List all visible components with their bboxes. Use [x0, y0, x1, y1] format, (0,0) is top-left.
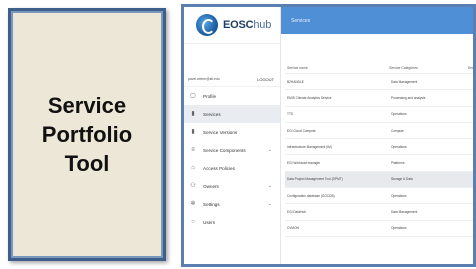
sidebar-item-services[interactable]: ▮ Services: [184, 105, 280, 123]
service-category: Operations: [391, 112, 407, 117]
gear-icon: ✲: [190, 201, 196, 207]
table-row[interactable]: Infrastructure Management (IM) Operation…: [285, 139, 473, 156]
sidebar-item-label: Owners: [203, 183, 219, 189]
column-header-service-categories[interactable]: Service Categories: [389, 66, 468, 70]
table-row[interactable]: CVMON Operations: [285, 221, 473, 237]
sidebar-item-label: Profile: [203, 93, 217, 99]
service-category: Data Management: [391, 79, 418, 84]
chevron-down-icon: ⌄: [267, 147, 272, 153]
sidebar-item-label: Service Versions: [203, 129, 238, 135]
table-header: Service name Service Categories Ser: [285, 63, 473, 74]
book-icon: ▮: [191, 111, 195, 117]
page-header: Services: [281, 7, 473, 34]
service-name: EGI DataHub: [287, 210, 306, 215]
service-name: EMIS Climate Analytics Service: [287, 95, 332, 100]
person-icon: ○: [191, 219, 195, 225]
service-category: Data Management: [391, 210, 418, 215]
sidebar: EOSChub pavel.weber@kit.edu LOGOUT ▢ Pro…: [184, 7, 281, 264]
table-row[interactable]: EGI Workload manager Platforms: [285, 155, 473, 172]
main-content: Services Service name Service Categories…: [281, 7, 473, 264]
user-icon: ▢: [190, 93, 196, 99]
table-row[interactable]: B2HANDLE Data Management: [285, 74, 473, 91]
list-icon: ≡: [191, 147, 195, 153]
service-category: Storage & Data: [391, 177, 413, 182]
sidebar-item-label: Services: [203, 111, 221, 117]
service-name: EGI Workload manager: [287, 161, 321, 166]
users-icon: ⚇: [190, 183, 196, 189]
service-name: CVMON: [287, 226, 299, 231]
logo-text: EOSChub: [223, 19, 271, 31]
sidebar-item-users[interactable]: ○ Users: [184, 213, 280, 231]
table-row[interactable]: TTS Operations: [285, 107, 473, 123]
lock-icon: ⌂: [191, 165, 195, 171]
table-row[interactable]: EMIS Climate Analytics Service Processin…: [285, 90, 473, 107]
sidebar-item-owners[interactable]: ⚇ Owners ⌄: [184, 177, 280, 195]
column-header-service-name[interactable]: Service name: [285, 66, 389, 70]
sidebar-item-label: Users: [203, 219, 215, 225]
eosc-logo-icon: [196, 14, 218, 36]
user-email: pavel.weber@kit.edu: [188, 77, 220, 81]
service-name: EGI Cloud Compute: [287, 128, 316, 133]
logo[interactable]: EOSChub: [184, 7, 280, 44]
sidebar-item-profile[interactable]: ▢ Profile: [184, 87, 280, 105]
service-name: TTS: [287, 112, 294, 117]
service-category: Operations: [391, 193, 407, 198]
service-name: Data Project Management Tool (DPMT): [287, 177, 343, 182]
service-name: Configuration database (GOCDB): [287, 193, 335, 198]
logo-main: EOSC: [223, 19, 254, 31]
service-category: Operations: [391, 226, 407, 231]
sidebar-item-service-versions[interactable]: ▮ Service Versions: [184, 123, 280, 141]
sidebar-item-settings[interactable]: ✲ Settings ⌄: [184, 195, 280, 213]
table-row[interactable]: Configuration database (GOCDB) Operation…: [285, 188, 473, 205]
sidebar-item-access-policies[interactable]: ⌂ Access Policies: [184, 159, 280, 177]
info-card: Service Portfolio Tool: [8, 8, 166, 261]
sidebar-item-label: Service Components: [203, 147, 246, 153]
app-screenshot: EOSChub pavel.weber@kit.edu LOGOUT ▢ Pro…: [181, 4, 476, 267]
table-row[interactable]: EGI DataHub Data Management: [285, 204, 473, 221]
user-row: pavel.weber@kit.edu LOGOUT: [184, 72, 280, 87]
services-table: Service name Service Categories Ser B2HA…: [285, 63, 473, 237]
column-header-extra[interactable]: Ser: [468, 66, 473, 70]
table-row[interactable]: EGI Cloud Compute Compute: [285, 123, 473, 140]
logout-button[interactable]: LOGOUT: [257, 77, 274, 82]
service-category: Compute: [391, 128, 404, 133]
service-name: Infrastructure Management (IM): [287, 144, 332, 149]
chevron-down-icon: ⌄: [267, 183, 272, 189]
file-icon: ▮: [191, 129, 195, 135]
sidebar-item-label: Settings: [203, 201, 220, 207]
table-row-highlighted[interactable]: Data Project Management Tool (DPMT) Stor…: [285, 171, 473, 189]
card-title: Service Portfolio Tool: [41, 93, 133, 176]
page-title: Services: [291, 17, 311, 24]
logo-sub: hub: [253, 19, 272, 31]
service-category: Operations: [391, 144, 407, 149]
sidebar-item-service-components[interactable]: ≡ Service Components ⌄: [184, 141, 280, 159]
service-name: B2HANDLE: [287, 79, 304, 84]
chevron-down-icon: ⌄: [267, 201, 272, 207]
service-category: Processing and analysis: [391, 95, 426, 100]
sidebar-item-label: Access Policies: [203, 165, 235, 171]
service-category: Platforms: [391, 161, 405, 166]
